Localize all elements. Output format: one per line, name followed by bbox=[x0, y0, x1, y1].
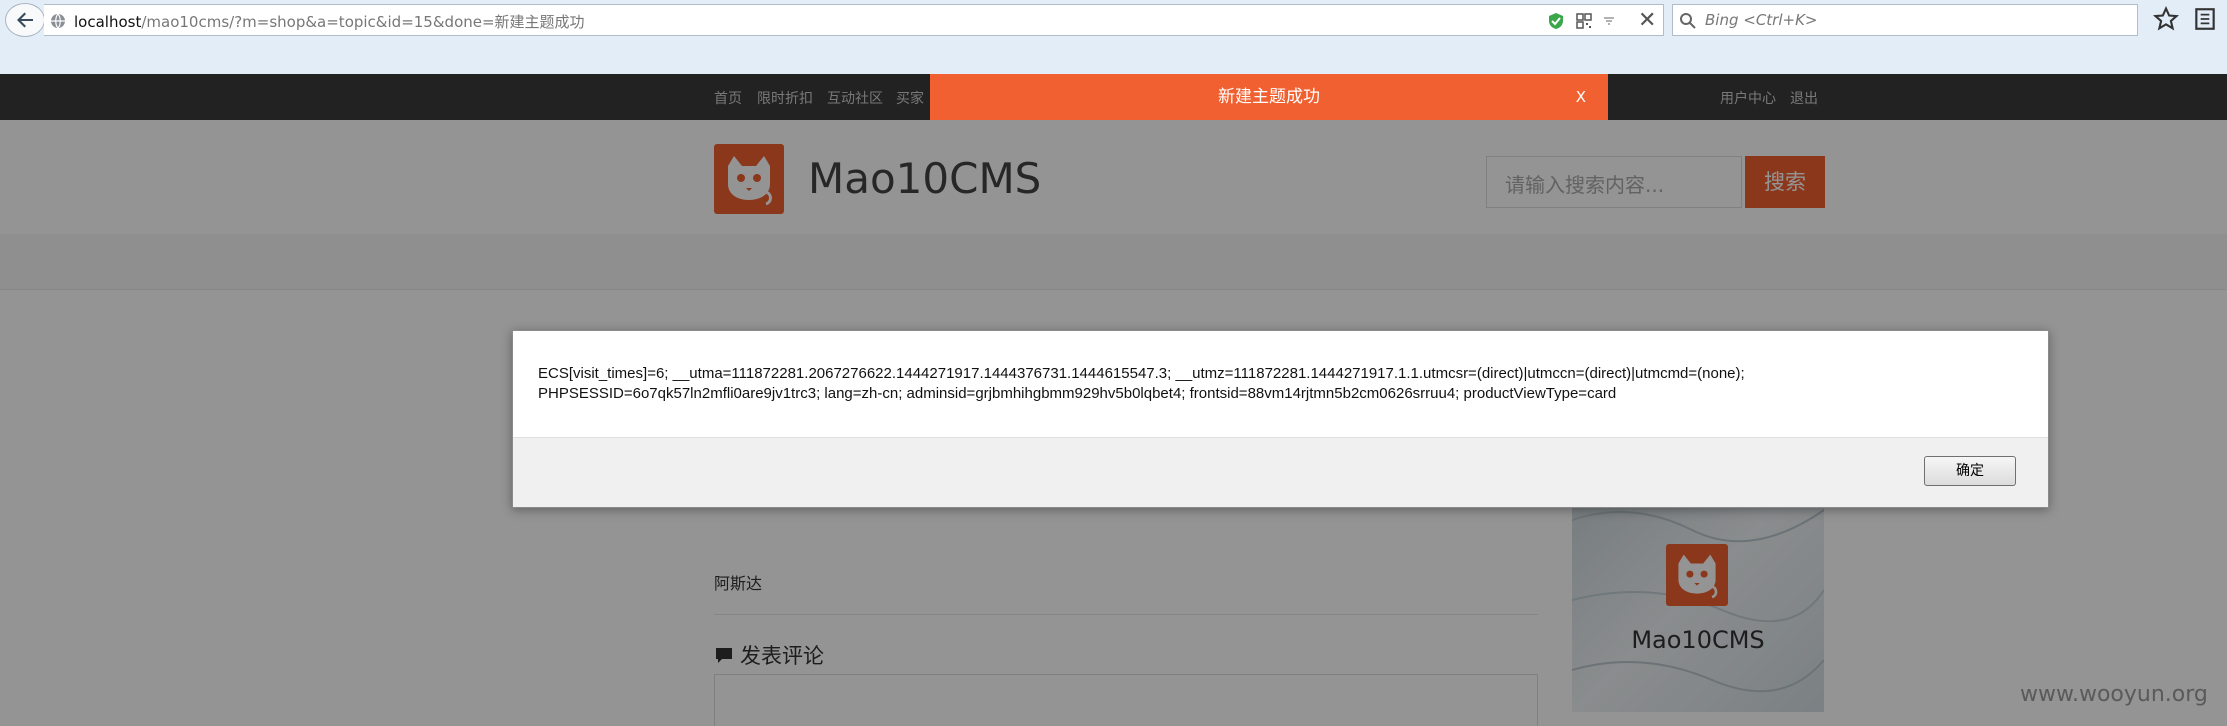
globe-icon bbox=[51, 13, 65, 29]
alert-dialog: ECS[visit_times]=6; __utma=111872281.206… bbox=[512, 330, 2049, 508]
url-text: localhost/mao10cms/?m=shop&a=topic&id=15… bbox=[74, 13, 585, 31]
back-button[interactable] bbox=[5, 3, 45, 37]
browser-toolbar: localhost/mao10cms/?m=shop&a=topic&id=15… bbox=[0, 0, 2227, 74]
bookmark-star-icon[interactable] bbox=[2152, 4, 2180, 34]
flash-close-button[interactable]: X bbox=[1576, 74, 1586, 120]
bookmarks-menu-icon[interactable] bbox=[2192, 6, 2218, 32]
alert-line-2: PHPSESSID=6o7qk57ln2mfli0are9jv1trc3; la… bbox=[538, 385, 1617, 402]
watermark: www.wooyun.org bbox=[2020, 682, 2208, 707]
dropdown-icon[interactable] bbox=[1602, 14, 1616, 28]
address-bar[interactable]: localhost/mao10cms/?m=shop&a=topic&id=15… bbox=[44, 4, 1664, 36]
search-icon bbox=[1680, 13, 1696, 29]
flash-message: 新建主题成功 X bbox=[930, 74, 1608, 120]
alert-footer: 确定 bbox=[513, 437, 2048, 507]
alert-message: ECS[visit_times]=6; __utma=111872281.206… bbox=[538, 364, 2028, 404]
search-bar[interactable]: Bing <Ctrl+K> bbox=[1672, 4, 2138, 36]
shield-icon[interactable] bbox=[1547, 12, 1565, 30]
arrow-left-icon bbox=[17, 12, 33, 28]
qr-code-icon[interactable] bbox=[1576, 13, 1592, 29]
flash-text: 新建主题成功 bbox=[1218, 87, 1320, 107]
search-placeholder: Bing <Ctrl+K> bbox=[1705, 11, 1818, 29]
web-page: 首页 限时折扣 互动社区 买家 用户中心 退出 Mao10CMS 请输入搜索内容… bbox=[0, 74, 2227, 726]
alert-line-1: ECS[visit_times]=6; __utma=111872281.206… bbox=[538, 365, 1745, 382]
ok-button[interactable]: 确定 bbox=[1924, 456, 2016, 486]
stop-icon[interactable]: ✕ bbox=[1638, 8, 1656, 33]
